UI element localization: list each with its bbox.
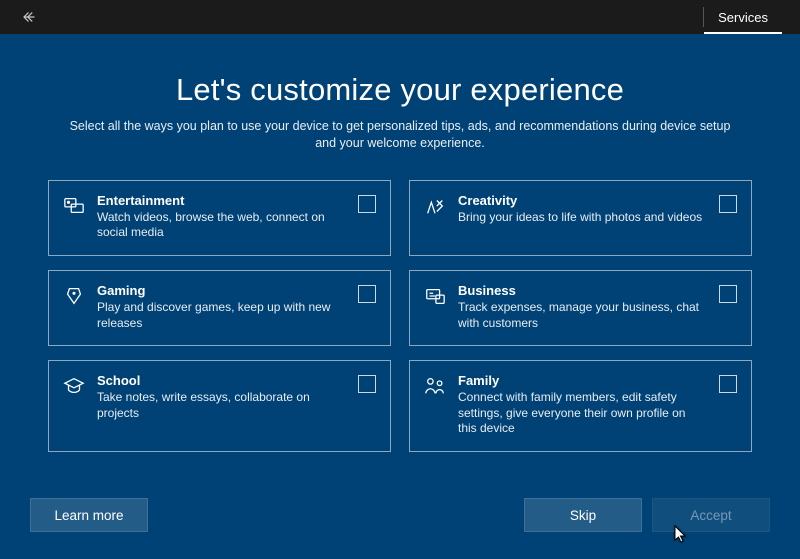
card-body: Entertainment Watch videos, browse the w… (97, 193, 346, 241)
options-grid: Entertainment Watch videos, browse the w… (48, 180, 752, 452)
arrow-left-icon (21, 8, 39, 26)
card-title: Family (458, 373, 707, 388)
tab-services[interactable]: Services (704, 0, 782, 34)
card-body: Family Connect with family members, edit… (458, 373, 707, 437)
button-label: Learn more (54, 508, 123, 523)
card-school[interactable]: School Take notes, write essays, collabo… (48, 360, 391, 452)
titlebar: Services (0, 0, 800, 34)
card-desc: Track expenses, manage your business, ch… (458, 300, 707, 331)
card-body: Business Track expenses, manage your bus… (458, 283, 707, 331)
checkbox-business[interactable] (719, 285, 737, 303)
card-desc: Watch videos, browse the web, connect on… (97, 210, 346, 241)
card-body: School Take notes, write essays, collabo… (97, 373, 346, 421)
checkbox-school[interactable] (358, 375, 376, 393)
checkbox-family[interactable] (719, 375, 737, 393)
checkbox-creativity[interactable] (719, 195, 737, 213)
tabs: Services (703, 0, 782, 34)
back-button[interactable] (18, 5, 42, 29)
skip-button[interactable]: Skip (524, 498, 642, 532)
entertainment-icon (63, 195, 85, 217)
card-desc: Take notes, write essays, collaborate on… (97, 390, 346, 421)
gaming-icon (63, 285, 85, 307)
learn-more-button[interactable]: Learn more (30, 498, 148, 532)
main-content: Let's customize your experience Select a… (0, 34, 800, 452)
card-family[interactable]: Family Connect with family members, edit… (409, 360, 752, 452)
card-body: Gaming Play and discover games, keep up … (97, 283, 346, 331)
card-gaming[interactable]: Gaming Play and discover games, keep up … (48, 270, 391, 346)
school-icon (63, 375, 85, 397)
button-label: Skip (570, 508, 596, 523)
card-body: Creativity Bring your ideas to life with… (458, 193, 707, 226)
checkbox-entertainment[interactable] (358, 195, 376, 213)
checkbox-gaming[interactable] (358, 285, 376, 303)
card-title: Creativity (458, 193, 707, 208)
card-title: School (97, 373, 346, 388)
tab-label: Services (718, 10, 768, 25)
page-subtitle: Select all the ways you plan to use your… (60, 118, 740, 152)
creativity-icon (424, 195, 446, 217)
card-title: Gaming (97, 283, 346, 298)
card-title: Entertainment (97, 193, 346, 208)
page-title: Let's customize your experience (176, 72, 624, 108)
card-title: Business (458, 283, 707, 298)
card-desc: Play and discover games, keep up with ne… (97, 300, 346, 331)
accept-button[interactable]: Accept (652, 498, 770, 532)
button-label: Accept (690, 508, 731, 523)
card-desc: Bring your ideas to life with photos and… (458, 210, 707, 226)
card-creativity[interactable]: Creativity Bring your ideas to life with… (409, 180, 752, 256)
family-icon (424, 375, 446, 397)
card-entertainment[interactable]: Entertainment Watch videos, browse the w… (48, 180, 391, 256)
card-business[interactable]: Business Track expenses, manage your bus… (409, 270, 752, 346)
footer: Learn more Skip Accept (0, 487, 800, 559)
footer-right: Skip Accept (524, 498, 770, 532)
business-icon (424, 285, 446, 307)
card-desc: Connect with family members, edit safety… (458, 390, 707, 437)
